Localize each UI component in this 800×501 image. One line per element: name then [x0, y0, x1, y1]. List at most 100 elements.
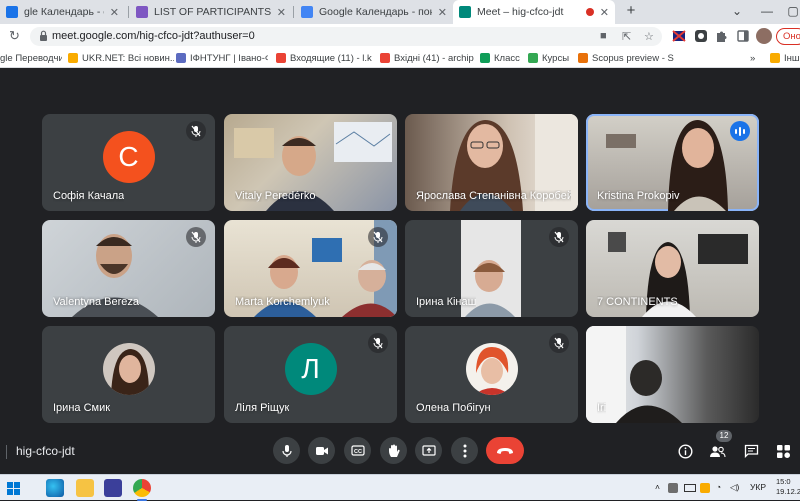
- classroom-icon: [480, 53, 490, 63]
- clock-date: 19.12.2: [776, 487, 800, 496]
- participant-name: Ірина Кінаш: [416, 296, 477, 308]
- lock-icon: [40, 30, 47, 41]
- reload-icon[interactable]: ↻: [9, 28, 20, 44]
- participant-tile[interactable]: Vitaly Peredérko: [224, 114, 397, 211]
- more-vert-icon: [463, 444, 466, 457]
- extension-flag-icon[interactable]: [672, 29, 686, 43]
- bookmark-courses[interactable]: Курсы: [528, 51, 572, 65]
- side-panel-icon[interactable]: [736, 29, 750, 43]
- meet-favicon-icon: [459, 6, 471, 18]
- more-options-button[interactable]: [451, 437, 478, 464]
- bookmark-gmail-inbox[interactable]: Входящие (11) - l.k...: [276, 51, 372, 65]
- participant-name: Софія Качала: [53, 190, 125, 202]
- bookmark-classroom[interactable]: Класс: [480, 51, 522, 65]
- tab-calendar-monday[interactable]: Google Календарь - понедельн ✕: [295, 0, 453, 24]
- close-icon[interactable]: ✕: [600, 6, 609, 19]
- gmail-icon: [276, 53, 286, 63]
- bookmark-star-icon[interactable]: ☆: [644, 30, 654, 43]
- chat-button[interactable]: [740, 440, 762, 462]
- save-app-icon[interactable]: [104, 479, 122, 497]
- language-indicator[interactable]: УКР: [750, 482, 766, 492]
- more-bookmarks-button[interactable]: »: [750, 51, 760, 65]
- video-camera-icon: [315, 446, 328, 455]
- people-icon: [709, 445, 726, 457]
- participant-name: Ярослава Степанівна Коробейни: [416, 190, 571, 202]
- courses-icon: [528, 53, 538, 63]
- scopus-icon: [578, 53, 588, 63]
- tab-meet[interactable]: Meet – hig-cfco-jdt ✕: [453, 0, 615, 24]
- participant-tile[interactable]: Kristina Prokopiv: [586, 114, 759, 211]
- participant-tile[interactable]: Iri: [586, 326, 759, 423]
- camera-button[interactable]: [308, 437, 335, 464]
- network-icon[interactable]: ◔: [716, 482, 721, 492]
- close-icon[interactable]: ✕: [110, 6, 119, 19]
- participant-tile[interactable]: Ірина Кінаш: [405, 220, 578, 317]
- edge-browser-icon[interactable]: [46, 479, 64, 497]
- chrome-taskbar-icon[interactable]: [133, 479, 151, 501]
- tray-app-icon[interactable]: [668, 483, 678, 493]
- calendar-favicon-icon: [301, 6, 313, 18]
- mic-off-icon: [368, 333, 388, 353]
- folder-icon: [770, 53, 780, 63]
- participant-name: Iri: [597, 402, 607, 414]
- file-explorer-icon[interactable]: [76, 479, 94, 497]
- mic-off-icon: [368, 227, 388, 247]
- tab-label: gle Календарь - сведения о: [24, 6, 104, 18]
- people-button[interactable]: [706, 440, 728, 462]
- tab-label: Meet – hig-cfco-jdt: [477, 6, 564, 18]
- participant-tile[interactable]: Ірина Смик: [42, 326, 215, 423]
- activities-button[interactable]: [772, 440, 794, 462]
- system-clock[interactable]: 15:0 19.12.2: [776, 477, 800, 497]
- close-icon[interactable]: ✕: [277, 6, 286, 19]
- participant-tile[interactable]: 7 CONTINENTS: [586, 220, 759, 317]
- update-button[interactable]: Онов: [776, 28, 800, 45]
- clock-time: 15:0: [776, 477, 791, 486]
- tray-folder-icon[interactable]: [700, 483, 710, 493]
- volume-icon[interactable]: ◁): [730, 482, 739, 493]
- close-icon[interactable]: ✕: [438, 6, 447, 19]
- share-icon[interactable]: ⇱: [622, 30, 631, 43]
- end-call-icon: [497, 447, 513, 454]
- tab-calendar-details[interactable]: gle Календарь - сведения о ✕: [0, 0, 125, 24]
- calendar-favicon-icon: [6, 6, 18, 18]
- address-bar[interactable]: meet.google.com/hig-cfco-jdt?authuser=0 …: [30, 27, 662, 46]
- mic-off-icon: [549, 333, 569, 353]
- participant-name: Олена Побігун: [416, 402, 491, 414]
- participant-tile[interactable]: Ярослава Степанівна Коробейни: [405, 114, 578, 211]
- present-screen-button[interactable]: [415, 437, 442, 464]
- captions-button[interactable]: CC: [344, 437, 371, 464]
- windows-start-icon[interactable]: [7, 482, 20, 495]
- maximize-icon[interactable]: ▢: [778, 0, 800, 24]
- tab-search-icon[interactable]: ⌄: [722, 0, 752, 24]
- extensions-puzzle-icon[interactable]: [714, 29, 728, 43]
- video-feed: [586, 326, 682, 423]
- bookmark-translate[interactable]: gle Переводчик: [0, 51, 62, 65]
- bookmark-scopus[interactable]: Scopus preview - S...: [578, 51, 674, 65]
- participant-tile[interactable]: Marta Korchemlyuk: [224, 220, 397, 317]
- tab-divider: [128, 6, 129, 18]
- leave-call-button[interactable]: [486, 437, 524, 464]
- bookmark-ifntung[interactable]: ІФНТУНГ | Івано-Ф...: [176, 51, 268, 65]
- participant-tile[interactable]: С Софія Качала: [42, 114, 215, 211]
- bookmark-gmail-vkhidni[interactable]: Вхідні (41) - archip...: [380, 51, 474, 65]
- gmail-icon: [380, 53, 390, 63]
- extension-grammar-icon[interactable]: [694, 29, 708, 43]
- meeting-details-button[interactable]: [674, 440, 696, 462]
- participant-tile[interactable]: Л Ліля Ріщук: [224, 326, 397, 423]
- tray-chevron-icon[interactable]: ˄: [655, 482, 660, 492]
- raise-hand-button[interactable]: [380, 437, 407, 464]
- tab-participants-list[interactable]: LIST OF PARTICIPANTS СПИСОК ✕: [130, 0, 292, 24]
- camera-permission-icon[interactable]: ■: [600, 30, 607, 42]
- new-tab-button[interactable]: +: [622, 2, 640, 20]
- participant-name: Vitaly Peredérko: [235, 190, 316, 202]
- bookmark-other[interactable]: Інш: [770, 51, 800, 65]
- hand-icon: [388, 444, 400, 457]
- participant-name: Valentyna Bereza: [53, 296, 140, 308]
- avatar: Л: [284, 342, 337, 395]
- profile-avatar[interactable]: [756, 28, 772, 44]
- participant-tile[interactable]: Valentyna Bereza: [42, 220, 215, 317]
- forms-favicon-icon: [136, 6, 148, 18]
- microphone-button[interactable]: [273, 437, 300, 464]
- participant-tile[interactable]: Олена Побігун: [405, 326, 578, 423]
- bookmark-ukrnet[interactable]: UKR.NET: Всі новин...: [68, 51, 174, 65]
